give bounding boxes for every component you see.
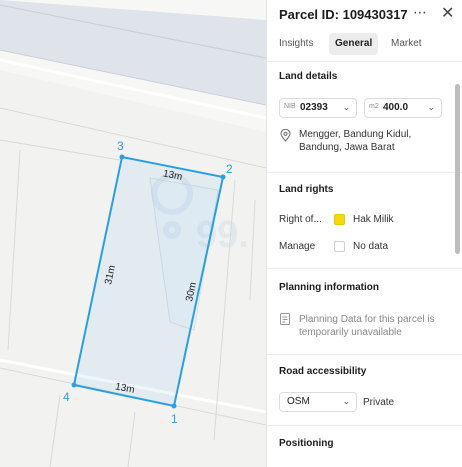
area-prefix: m2 <box>369 103 379 110</box>
planning-message: Planning Data for this parcel is tempora… <box>299 314 435 338</box>
parcel-vertex-4[interactable] <box>71 382 77 388</box>
nib-select[interactable]: NIB 02393 ⌄ <box>279 98 357 118</box>
panel-title: Parcel ID: 109430317 <box>279 7 408 22</box>
road-source-select[interactable]: OSM ⌄ <box>279 392 357 412</box>
address-text: Mengger, Bandung Kidul, Bandung, Jawa Ba… <box>299 129 412 153</box>
manage-label: Manage <box>279 241 316 252</box>
chevron-down-icon: ⌄ <box>427 102 435 112</box>
chevron-down-icon: ⌄ <box>342 102 350 112</box>
area-select[interactable]: m2 400.0 ⌄ <box>364 98 442 118</box>
divider <box>267 61 462 62</box>
planning-title: Planning information <box>279 282 379 293</box>
tab-bar: Insights General Market <box>267 33 462 55</box>
divider <box>267 268 462 269</box>
close-icon[interactable]: ✕ <box>441 3 454 23</box>
positioning-title: Positioning <box>279 438 334 449</box>
nib-prefix: NIB <box>284 103 296 110</box>
road-access-value: Private <box>363 397 395 408</box>
vertex-label-4: 4 <box>63 390 70 404</box>
parcel-vertex-2[interactable] <box>220 174 226 180</box>
tab-market[interactable]: Market <box>385 33 428 55</box>
vertex-label-3: 3 <box>117 139 124 153</box>
chevron-down-icon: ⌄ <box>342 396 350 406</box>
location-pin-icon <box>280 129 291 142</box>
divider <box>267 172 462 173</box>
more-options-icon[interactable]: ⋯ <box>413 4 428 21</box>
nib-value: 02393 <box>300 102 328 113</box>
land-details-title: Land details <box>279 71 338 82</box>
vertex-label-1: 1 <box>171 412 178 426</box>
right-color-swatch <box>334 214 345 225</box>
document-icon <box>280 313 290 325</box>
panel-header: Parcel ID: 109430317 ⋯ ✕ <box>267 0 462 30</box>
map-canvas[interactable]: 99. 1 2 3 4 13m 30m 31m 13m <box>0 0 266 467</box>
manage-value: No data <box>353 241 389 252</box>
panel-scrollbar[interactable] <box>455 84 460 254</box>
parcel-vertex-1[interactable] <box>171 403 177 409</box>
vertex-label-2: 2 <box>226 162 233 176</box>
land-rights-title: Land rights <box>279 184 334 195</box>
right-of-label: Right of... <box>279 214 322 225</box>
tab-general[interactable]: General <box>329 33 379 55</box>
divider <box>267 354 462 355</box>
parcel-vertex-3[interactable] <box>119 154 125 160</box>
map-view[interactable]: 99. 1 2 3 4 13m 30m 31m 13m <box>0 0 266 467</box>
area-value: 400.0 <box>383 102 409 113</box>
right-of-value: Hak Milik <box>353 214 394 225</box>
road-source-value: OSM <box>287 396 310 407</box>
manage-color-swatch <box>334 241 345 252</box>
divider <box>267 425 462 426</box>
tab-insights[interactable]: Insights <box>273 33 319 55</box>
road-accessibility-title: Road accessibility <box>279 366 367 377</box>
parcel-panel: Parcel ID: 109430317 ⋯ ✕ Insights Genera… <box>266 0 462 467</box>
